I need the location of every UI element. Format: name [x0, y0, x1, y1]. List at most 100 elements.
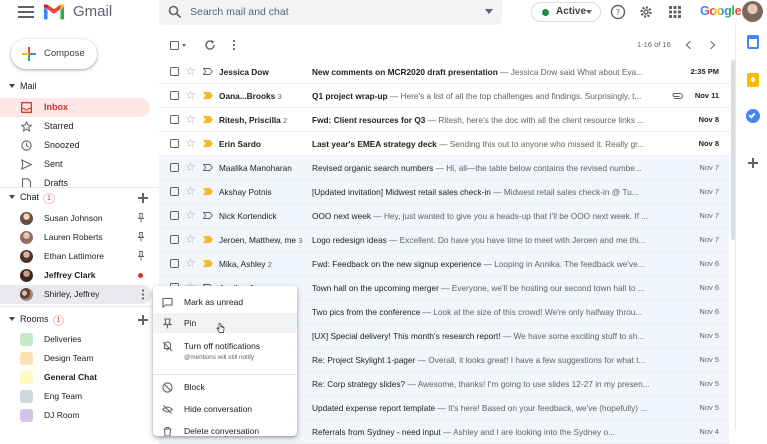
star-icon[interactable]: ☆: [185, 232, 196, 246]
search-icon[interactable]: [168, 5, 182, 19]
rooms-section-header[interactable]: Rooms 1: [9, 314, 65, 326]
menu-item-delete-conversation[interactable]: Delete conversation: [153, 421, 297, 436]
new-room-plus-icon[interactable]: [138, 315, 148, 325]
email-preview: [Updated invitation] Midwest retail sale…: [312, 187, 684, 197]
search-options-icon[interactable]: [485, 9, 493, 14]
menu-item-hide-conversation[interactable]: Hide conversation: [153, 399, 297, 419]
star-icon[interactable]: ☆: [185, 208, 196, 222]
room-item-eng-team[interactable]: Eng Team: [0, 387, 152, 406]
email-preview: Town hall on the upcoming merger — Every…: [312, 283, 684, 293]
nav-item-drafts[interactable]: Drafts: [0, 174, 150, 187]
search-input[interactable]: Search mail and chat: [190, 6, 289, 18]
row-checkbox[interactable]: [170, 187, 179, 196]
row-checkbox[interactable]: [170, 91, 179, 100]
chat-name: Susan Johnson: [44, 213, 103, 223]
row-checkbox[interactable]: [170, 163, 179, 172]
email-row[interactable]: ☆ Akshay Potnis [Updated invitation] Midw…: [159, 180, 729, 204]
important-marker-icon[interactable]: [203, 140, 213, 147]
account-avatar[interactable]: [742, 1, 763, 22]
email-sender: Maalika Manoharan: [219, 163, 307, 173]
chat-item-shirley-jeffrey[interactable]: Shirley, Jeffrey: [0, 285, 152, 304]
menu-item-turn-off-notifications[interactable]: Turn off notifications @mentions will st…: [153, 336, 297, 366]
add-addon-plus-icon[interactable]: [748, 158, 758, 168]
chat-item-ethan-lattimore[interactable]: Ethan Lattimore: [0, 247, 152, 266]
pin-icon: [138, 232, 144, 242]
mail-section-header[interactable]: Mail: [9, 81, 37, 91]
status-selector[interactable]: Active: [531, 2, 601, 22]
google-logo[interactable]: Google: [700, 4, 742, 18]
important-marker-icon[interactable]: [203, 92, 213, 99]
email-row[interactable]: ☆ Oana...Brooks 3 Q1 project wrap-up — Her…: [159, 84, 729, 108]
row-checkbox[interactable]: [170, 211, 179, 220]
chat-section-header[interactable]: Chat 1: [9, 192, 55, 204]
gear-icon[interactable]: [638, 4, 654, 20]
email-row[interactable]: ☆ Jeroen, Matthew, me 3 Logo redesign idea…: [159, 228, 729, 252]
calendar-icon[interactable]: [747, 35, 759, 49]
menu-item-mark-unread[interactable]: Mark as unread: [153, 292, 297, 312]
sender-name: Erin Sardo: [219, 139, 261, 149]
nav-item-sent[interactable]: Sent: [0, 155, 150, 174]
email-row[interactable]: ☆ Nick Kortendick OOO next week — Hey, ju…: [159, 204, 729, 228]
avatar: [20, 212, 33, 225]
important-marker-icon[interactable]: [203, 260, 213, 267]
important-marker-icon[interactable]: [203, 116, 213, 123]
star-icon[interactable]: ☆: [185, 64, 196, 78]
email-subject: Two pics from the conference: [312, 307, 421, 317]
chevron-left-icon[interactable]: [685, 40, 695, 50]
mail-section-label: Mail: [20, 81, 37, 91]
refresh-icon[interactable]: [204, 39, 216, 51]
important-marker-icon[interactable]: [203, 236, 213, 243]
divider: [0, 187, 159, 188]
compose-button[interactable]: Compose: [11, 39, 97, 69]
search-bar[interactable]: Search mail and chat: [159, 0, 502, 25]
chevron-right-icon[interactable]: [706, 40, 716, 50]
scrollbar[interactable]: [731, 60, 735, 240]
star-icon[interactable]: ☆: [185, 112, 196, 126]
email-row[interactable]: ☆ Jessica Dow New comments on MCR2020 dra…: [159, 60, 729, 84]
nav-item-starred[interactable]: Starred: [0, 117, 150, 136]
star-icon[interactable]: ☆: [185, 88, 196, 102]
room-item-dj-room[interactable]: DJ Room: [0, 406, 152, 425]
more-vert-icon[interactable]: [141, 289, 145, 300]
row-checkbox[interactable]: [170, 115, 179, 124]
menu-item-block[interactable]: Block: [153, 377, 297, 397]
star-icon[interactable]: ☆: [185, 184, 196, 198]
pin-icon: [162, 318, 173, 329]
room-item-deliveries[interactable]: Deliveries: [0, 330, 152, 349]
menu-item-pin[interactable]: Pin: [153, 313, 297, 333]
email-row[interactable]: ☆ Erin Sardo Last year's EMEA strategy de…: [159, 132, 729, 156]
keep-icon[interactable]: [747, 73, 759, 87]
not-important-marker-icon[interactable]: [203, 68, 213, 75]
more-vert-icon[interactable]: [232, 39, 236, 51]
star-icon[interactable]: ☆: [185, 160, 196, 174]
nav-item-label: Inbox: [44, 102, 68, 112]
sender-name: Mika, Ashley: [219, 259, 266, 269]
not-important-marker-icon[interactable]: [203, 164, 213, 171]
email-snippet: — We have some exciting stuff to sh...: [500, 331, 645, 341]
nav-item-inbox[interactable]: Inbox: [0, 98, 150, 117]
help-icon[interactable]: ?: [610, 4, 626, 20]
not-important-marker-icon[interactable]: [203, 212, 213, 219]
chat-item-jeffrey-clark[interactable]: Jeffrey Clark: [0, 266, 152, 285]
email-row[interactable]: ☆ Maalika Manoharan Revised organic searc…: [159, 156, 729, 180]
row-checkbox[interactable]: [170, 139, 179, 148]
row-checkbox[interactable]: [170, 259, 179, 268]
main-menu-button[interactable]: [16, 3, 36, 21]
apps-grid-icon[interactable]: [667, 4, 683, 20]
chat-item-lauren-roberts[interactable]: Lauren Roberts: [0, 228, 152, 247]
email-row[interactable]: ☆ Ritesh, Priscilla 2 Fwd: Client resource…: [159, 108, 729, 132]
row-checkbox[interactable]: [170, 67, 179, 76]
star-icon[interactable]: ☆: [185, 136, 196, 150]
select-all-checkbox[interactable]: [170, 41, 179, 50]
email-row[interactable]: ☆ Mika, Ashley 2 Fwd: Feedback on the new …: [159, 252, 729, 276]
row-checkbox[interactable]: [170, 235, 179, 244]
room-item-general-chat[interactable]: General Chat: [0, 368, 152, 387]
important-marker-icon[interactable]: [203, 188, 213, 195]
select-dropdown-icon[interactable]: [182, 44, 186, 47]
chat-item-susan-johnson[interactable]: Susan Johnson: [0, 209, 152, 228]
nav-item-snoozed[interactable]: Snoozed: [0, 136, 150, 155]
room-item-design-team[interactable]: Design Team: [0, 349, 152, 368]
tasks-icon[interactable]: [746, 109, 760, 123]
star-icon[interactable]: ☆: [185, 256, 196, 270]
new-chat-plus-icon[interactable]: [138, 193, 148, 203]
